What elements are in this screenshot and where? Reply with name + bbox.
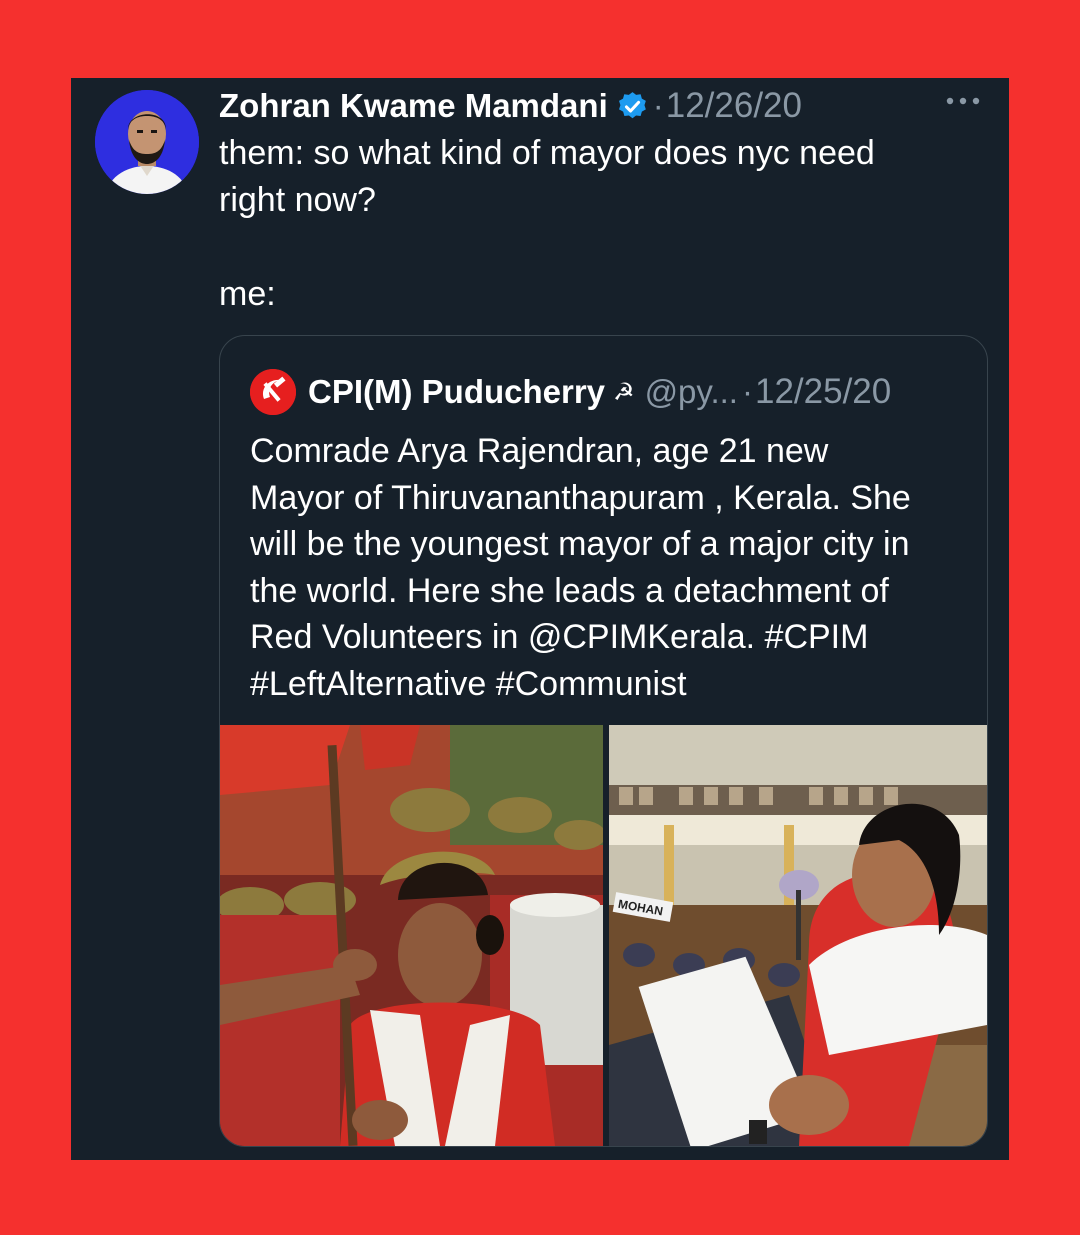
hammer-sickle-emoji: ☭ [613, 378, 635, 406]
author-name[interactable]: Zohran Kwame Mamdani [219, 87, 608, 125]
quoted-tweet-text: Comrade Arya Rajendran, age 21 new Mayor… [250, 428, 970, 707]
quoted-line: #LeftAlternative #Communist [250, 664, 687, 703]
hammer-sickle-logo[interactable] [250, 369, 296, 415]
verified-badge-icon [618, 91, 646, 118]
tweet-line: right now? [219, 181, 376, 219]
tweet-card[interactable]: Zohran Kwame Mamdani · 12/26/20 them: so… [71, 78, 1009, 1160]
header-separator: · [652, 87, 664, 124]
tweet-header: Zohran Kwame Mamdani · 12/26/20 [219, 84, 802, 128]
quoted-line: will be the youngest mayor of a major ci… [250, 525, 910, 563]
quoted-line: Red Volunteers in @CPIMKerala. #CPIM [250, 618, 869, 656]
photo-left-image [220, 725, 603, 1146]
photo-right-image: MOHAN [609, 725, 987, 1146]
quoted-line: the world. Here she leads a detachment o… [250, 571, 889, 610]
quoted-header-separator: · [741, 373, 753, 410]
tweet-line: them: so what kind of mayor does nyc nee… [219, 134, 875, 172]
author-avatar[interactable] [95, 90, 199, 194]
quoted-line: Mayor of Thiruvananthapuram , Kerala. Sh… [250, 478, 911, 517]
quoted-author-name[interactable]: CPI(M) Puducherry [308, 373, 605, 411]
more-options-icon[interactable] [943, 86, 983, 116]
hammer-sickle-icon [250, 369, 296, 415]
red-volunteers-march-photo[interactable] [220, 725, 603, 1146]
tweet-date[interactable]: 12/26/20 [666, 86, 802, 126]
tweet-text: them: so what kind of mayor does nyc nee… [219, 130, 979, 318]
quoted-media: MOHAN [220, 725, 987, 1146]
quoted-tweet-header: CPI(M) Puducherry ☭ @py... · 12/25/20 [250, 368, 891, 416]
tweet-line: me: [219, 275, 276, 313]
quoted-author-handle[interactable]: @py... [645, 373, 738, 411]
avatar-image [95, 90, 199, 194]
quoted-tweet-date[interactable]: 12/25/20 [755, 372, 891, 412]
quoted-line: Comrade Arya Rajendran, age 21 new [250, 432, 829, 470]
quoted-tweet[interactable]: CPI(M) Puducherry ☭ @py... · 12/25/20 Co… [219, 335, 988, 1147]
council-chamber-speech-photo[interactable]: MOHAN [609, 725, 987, 1146]
